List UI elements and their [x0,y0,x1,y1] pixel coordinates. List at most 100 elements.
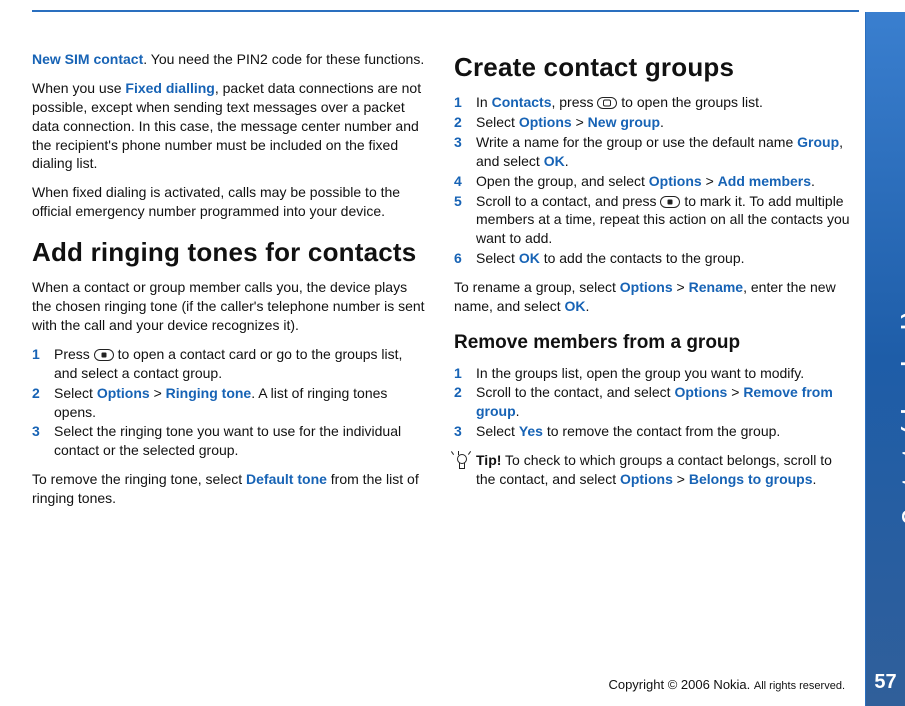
text: To remove the ringing tone, select [32,471,246,487]
step-number: 3 [454,422,462,441]
paragraph: New SIM contact. You need the PIN2 code … [32,50,428,69]
term-default-tone: Default tone [246,471,327,487]
heading-add-ringing-tones: Add ringing tones for contacts [32,235,428,270]
text: , press [551,94,597,110]
text: > [150,385,166,401]
term-contacts: Contacts [492,94,552,110]
term-ok: OK [544,153,565,169]
list-item: 6 Select OK to add the contacts to the g… [454,249,850,268]
paragraph: To rename a group, select Options > Rena… [454,278,850,316]
list-item: 1 In the groups list, open the group you… [454,364,850,383]
tip-block: Tip! To check to which groups a contact … [454,451,850,489]
paragraph: To remove the ringing tone, select Defau… [32,470,428,508]
list-item: 1 Press to open a contact card or go to … [32,345,428,383]
heading-create-contact-groups: Create contact groups [454,50,850,85]
step-number: 3 [454,133,462,152]
term-options: Options [519,114,572,130]
text: Select [476,423,519,439]
term-rename: Rename [689,279,743,295]
page-number: 57 [866,669,905,696]
footer-copyright: Copyright © 2006 Nokia. All rights reser… [608,676,845,694]
text: > [673,471,689,487]
list-item: 2 Select Options > Ringing tone. A list … [32,384,428,422]
section-label: Contacts (phonebook) [897,312,905,524]
text: to remove the contact from the group. [543,423,780,439]
text: Select the ringing tone you want to use … [54,423,401,458]
step-number: 5 [454,192,462,211]
text: Select [476,250,519,266]
step-number: 1 [454,364,462,383]
select-key-icon [94,349,114,361]
top-rule [32,10,859,12]
text: Write a name for the group or use the de… [476,134,797,150]
text: Select [476,114,519,130]
list-item: 2 Scroll to the contact, and select Opti… [454,383,850,421]
term-ok: OK [519,250,540,266]
page-body: New SIM contact. You need the PIN2 code … [0,0,905,640]
list-item: 2 Select Options > New group. [454,113,850,132]
list-item: 5 Scroll to a contact, and press to mark… [454,192,850,249]
text: . [516,403,520,419]
term-group: Group [797,134,839,150]
heading-remove-members: Remove members from a group [454,330,850,356]
text: . [565,153,569,169]
step-number: 6 [454,249,462,268]
list-item: 3 Select the ringing tone you want to us… [32,422,428,460]
step-number: 3 [32,422,40,441]
term-yes: Yes [519,423,543,439]
steps-ringing-tones: 1 Press to open a contact card or go to … [32,345,428,460]
step-number: 1 [454,93,462,112]
step-number: 2 [454,383,462,402]
term-options: Options [620,279,673,295]
text: Scroll to the contact, and select [476,384,674,400]
text: . [811,173,815,189]
text: > [572,114,588,130]
text: Select [54,385,97,401]
term-new-group: New group [588,114,660,130]
step-number: 2 [32,384,40,403]
term-ok: OK [565,298,586,314]
text: > [702,173,718,189]
tip-label: Tip! [476,452,501,468]
step-number: 4 [454,172,462,191]
term-new-sim-contact: New SIM contact [32,51,143,67]
tip-icon [454,453,468,471]
text: . [586,298,590,314]
text: > [727,384,743,400]
step-number: 1 [32,345,40,364]
nav-key-icon [597,97,617,109]
text: Open the group, and select [476,173,649,189]
right-column: Create contact groups 1 In Contacts, pre… [454,50,850,600]
paragraph: When you use Fixed dialling, packet data… [32,79,428,173]
list-item: 3 Select Yes to remove the contact from … [454,422,850,441]
term-options: Options [620,471,673,487]
term-add-members: Add members [718,173,811,189]
paragraph: When a contact or group member calls you… [32,278,428,335]
steps-create-groups: 1 In Contacts, press to open the groups … [454,93,850,268]
term-ringing-tone: Ringing tone [166,385,252,401]
list-item: 1 In Contacts, press to open the groups … [454,93,850,112]
term-options: Options [649,173,702,189]
text: In [476,94,492,110]
text: Scroll to a contact, and press [476,193,660,209]
term-fixed-dialling: Fixed dialling [125,80,214,96]
term-options: Options [97,385,150,401]
step-number: 2 [454,113,462,132]
text: To rename a group, select [454,279,620,295]
text: . [813,471,817,487]
text: . You need the PIN2 code for these funct… [143,51,424,67]
left-column: New SIM contact. You need the PIN2 code … [32,50,428,600]
copyright-text: Copyright © 2006 Nokia. [608,677,750,692]
steps-remove-members: 1 In the groups list, open the group you… [454,364,850,442]
copyright-suffix: All rights reserved. [754,680,845,692]
text: Press [54,346,94,362]
paragraph: When fixed dialing is activated, calls m… [32,183,428,221]
term-options: Options [674,384,727,400]
side-tab: Contacts (phonebook) 57 [865,12,905,706]
select-key-icon [660,196,680,208]
text: In the groups list, open the group you w… [476,365,804,381]
list-item: 4 Open the group, and select Options > A… [454,172,850,191]
term-belongs-to-groups: Belongs to groups [689,471,813,487]
text: to open the groups list. [617,94,763,110]
text: to add the contacts to the group. [540,250,745,266]
